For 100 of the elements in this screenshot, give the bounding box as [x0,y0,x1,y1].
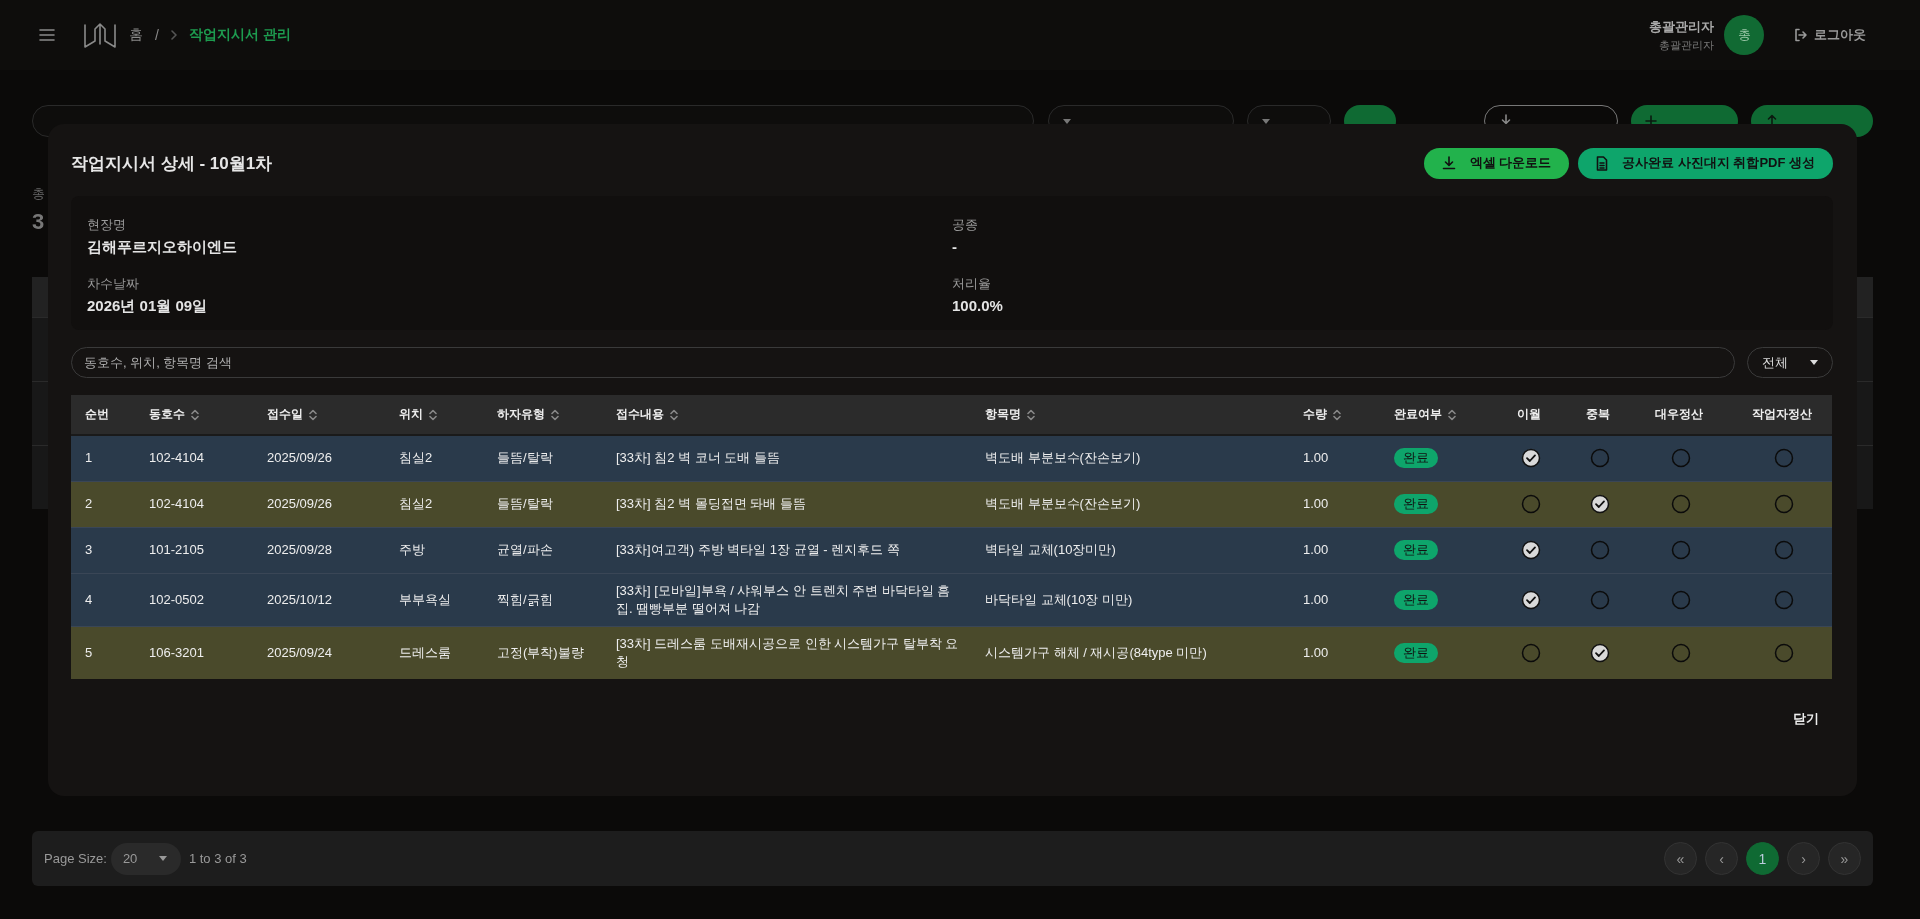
column-header[interactable]: 대우정산 [1655,406,1703,423]
logo-icon [83,21,117,49]
column-header[interactable]: 동호수 [149,406,185,423]
column-header[interactable]: 완료여부 [1394,406,1442,423]
table-cell: 2025/09/28 [267,542,333,557]
info-label: 차수날짜 [87,275,140,293]
document-icon [1596,155,1609,171]
checkbox[interactable] [1774,448,1794,469]
info-label: 공종 [952,216,979,234]
column-header[interactable]: 접수내용 [616,406,664,423]
info-value: 김해푸르지오하이엔드 [87,238,238,257]
table-cell: 1.00 [1303,496,1329,511]
info-label: 현장명 [87,216,127,234]
table-cell: 고정(부착)불량 [497,644,584,660]
table-cell: 침실2 [399,496,433,511]
table-cell: 시스템가구 해체 / 재시공(84type 미만) [985,644,1207,660]
page-size-select[interactable]: 20 [110,842,181,875]
column-header[interactable]: 순번 [85,406,109,423]
table-cell: 벽도배 부분보수(잔손보기) [985,496,1141,511]
page-range: 1 to 3 of 3 [188,851,247,866]
checkbox[interactable] [1671,642,1691,663]
breadcrumb-home[interactable]: 홈 [129,26,143,44]
status-badge: 완료 [1394,448,1438,469]
checkbox[interactable] [1589,540,1610,560]
download-icon [1441,156,1456,170]
table-cell: 부부욕실 [399,591,451,607]
info-value: - [952,238,958,255]
checkbox[interactable] [1774,540,1794,560]
checkbox[interactable] [1521,540,1541,560]
checkbox[interactable] [1589,448,1610,469]
excel-download-button[interactable]: 엑셀 다운로드 [1423,147,1570,179]
user-avatar[interactable]: 총 [1724,15,1764,55]
table-cell: 1 [85,450,93,466]
column-header[interactable]: 위치 [399,406,423,423]
summary-count: 3 [32,209,45,235]
table-cell: [33차] 침2 벽 몰딩접면 돠배 들뜸 [616,496,806,511]
checkbox[interactable] [1774,494,1794,514]
checkbox[interactable] [1589,642,1610,663]
column-header[interactable]: 하자유형 [497,406,545,423]
status-badge: 완료 [1394,540,1438,560]
checkbox[interactable] [1774,589,1794,610]
column-header[interactable]: 이월 [1517,406,1541,423]
checkbox[interactable] [1589,589,1610,610]
table-cell: 바닥타일 교체(10장 미만) [985,591,1133,607]
chevron-right-icon [170,30,177,40]
table-cell: 들뜸/탈락 [497,450,553,466]
table-cell: 균열/파손 [497,542,553,557]
table-cell: 2025/09/26 [267,496,333,511]
logout-button[interactable]: 로그아웃 [1788,25,1872,45]
table-cell: 2 [85,496,93,511]
checkbox[interactable] [1774,642,1794,663]
last-page-button[interactable]: » [1828,842,1861,875]
table-cell: 102-4104 [149,496,204,511]
checkbox[interactable] [1521,589,1541,610]
checkbox[interactable] [1521,494,1541,514]
column-header[interactable]: 작업자정산 [1752,406,1812,423]
caret-icon [158,856,167,861]
checkbox[interactable] [1671,589,1691,610]
table-cell: 1.00 [1303,450,1329,466]
checkbox[interactable] [1671,540,1691,560]
next-page-button[interactable]: › [1787,842,1820,875]
page-button[interactable]: 1 [1746,842,1779,875]
user-name: 총괄관리자 [1649,17,1714,36]
status-badge: 완료 [1394,642,1438,663]
previous-page-button[interactable]: ‹ [1705,842,1738,875]
first-page-button[interactable]: « [1664,842,1697,875]
column-header[interactable]: 항목명 [985,406,1021,423]
page-size-label: Page Size: [44,851,107,866]
checkbox[interactable] [1521,448,1541,469]
caret-icon [1810,360,1818,365]
table-cell: 5 [85,644,93,660]
menu-icon [39,29,55,41]
checkbox[interactable] [1521,642,1541,663]
table-cell: 침실2 [399,450,433,466]
checkbox[interactable] [1671,448,1691,469]
table-cell: 들뜸/탈락 [497,496,553,511]
breadcrumb-current: 작업지시서 관리 [188,26,291,44]
column-header[interactable]: 수량 [1303,406,1327,423]
table-cell: 106-3201 [149,644,204,660]
close-button[interactable]: 닫기 [1779,703,1833,734]
search-field[interactable]: 동호수, 위치, 항목명 검색 [71,347,1735,378]
status-badge: 완료 [1394,494,1438,514]
column-header[interactable]: 접수일 [267,406,303,423]
table-cell: 1.00 [1303,591,1329,607]
table-cell: 102-0502 [149,591,204,607]
breadcrumb-separator: / [155,27,159,43]
table-cell: 드레스룸 [399,644,451,660]
info-label: 처리율 [952,275,992,293]
pdf-generate-button[interactable]: 공사완료 사진대지 취합PDF 생성 [1578,147,1833,179]
table-cell: [33차] 드레스룸 도배재시공으로 인한 시스템가구 탈부착 요청 [616,635,959,669]
table-cell: 주방 [399,542,425,557]
table-cell: 3 [85,542,93,557]
table-cell: 4 [85,591,93,607]
checkbox[interactable] [1671,494,1691,514]
checkbox[interactable] [1589,494,1610,514]
table-cell: [33차]여고객) 주방 벽타일 1장 균열 - 렌지후드 쪽 [616,542,900,557]
modal-title: 작업지시서 상세 - 10월1차 [71,152,273,175]
table-cell: 101-2105 [149,542,204,557]
column-header[interactable]: 중복 [1585,406,1610,423]
summary-label: 총 [32,185,45,203]
